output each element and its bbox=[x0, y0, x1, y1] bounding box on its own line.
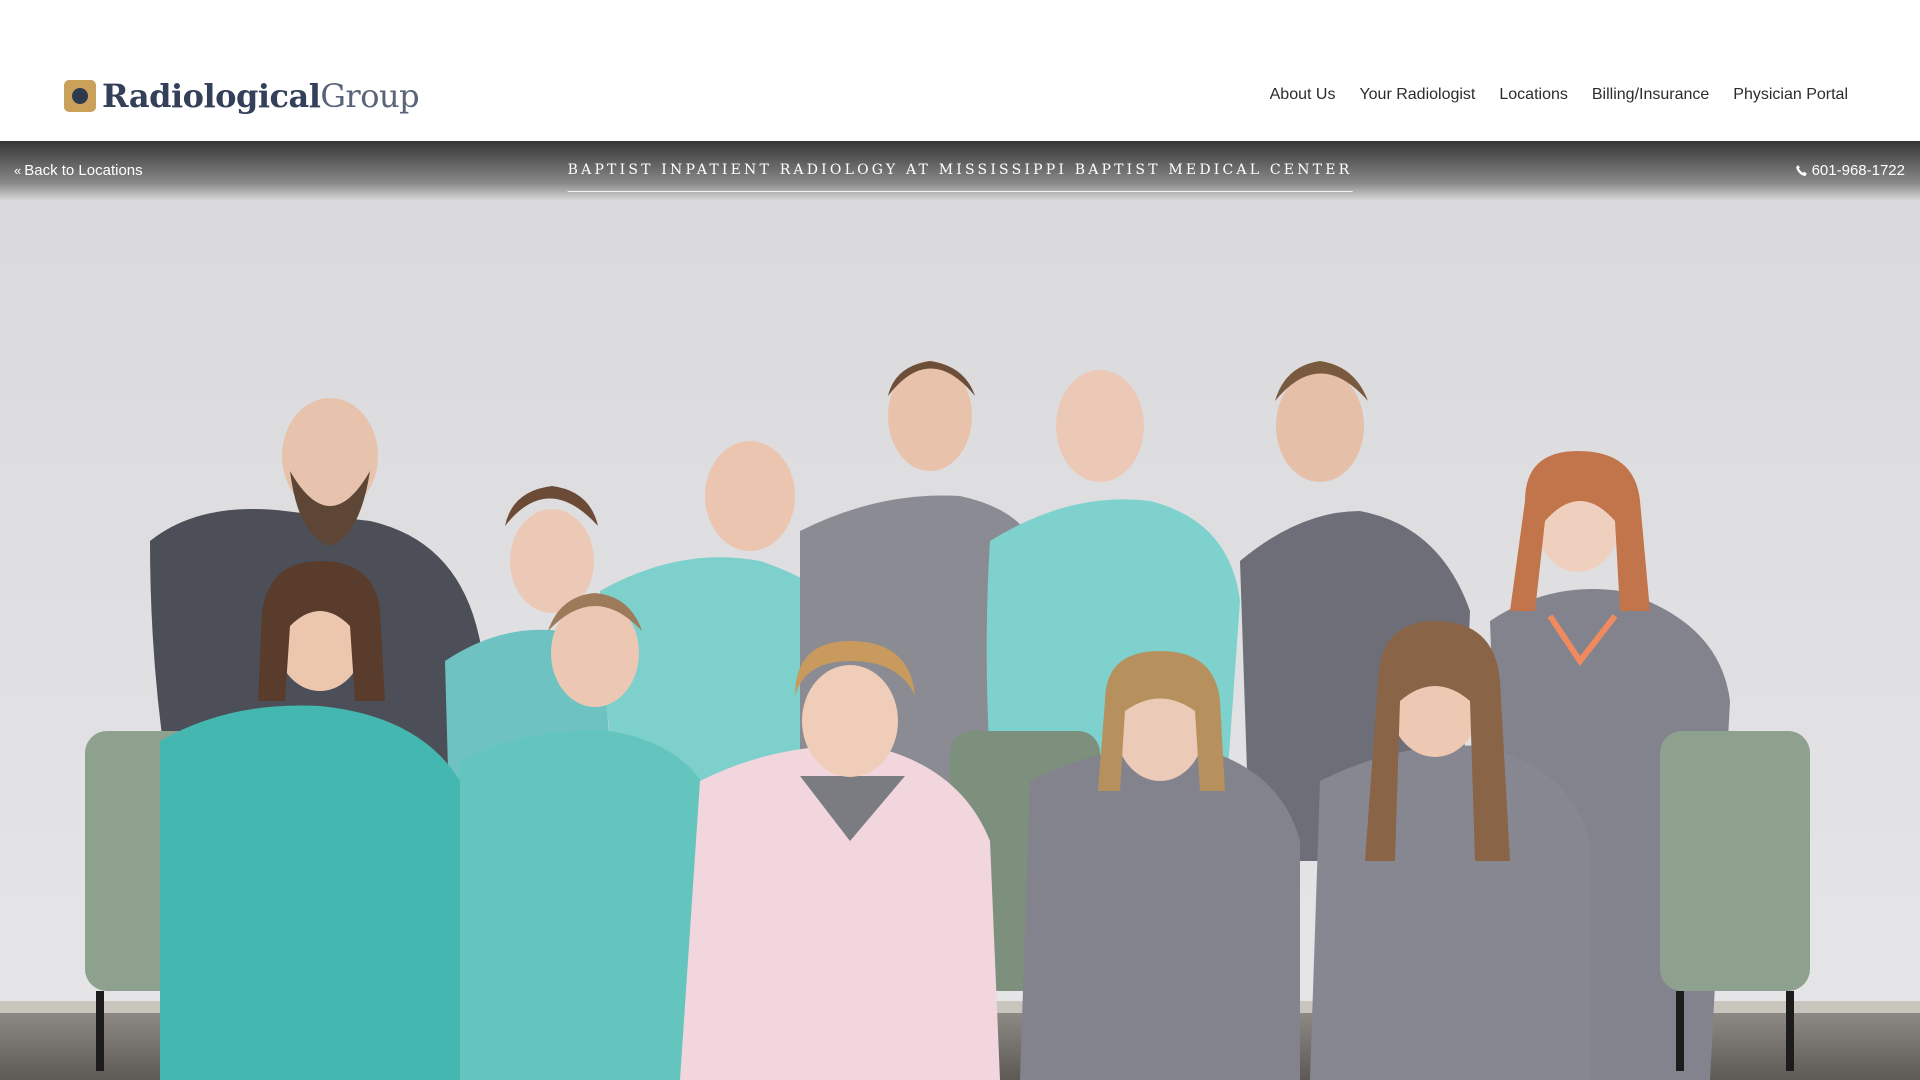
location-title: BAPTIST INPATIENT RADIOLOGY AT MISSISSIP… bbox=[567, 162, 1353, 192]
phone-number: 601-968-1722 bbox=[1811, 162, 1905, 179]
phone-icon bbox=[1795, 164, 1807, 176]
nav-locations[interactable]: Locations bbox=[1487, 84, 1580, 106]
phone-link[interactable]: 601-968-1722 bbox=[1795, 162, 1905, 179]
nav-physician-portal[interactable]: Physician Portal bbox=[1721, 84, 1856, 106]
location-bar: « Back to Locations BAPTIST INPATIENT RA… bbox=[0, 141, 1920, 201]
main-nav: About Us Your Radiologist Locations Bill… bbox=[1258, 84, 1856, 106]
site-header: Radiological Group About Us Your Radiolo… bbox=[0, 0, 1920, 141]
double-chevron-left-icon: « bbox=[14, 163, 22, 178]
back-to-locations-link[interactable]: « Back to Locations bbox=[14, 162, 143, 179]
logo-ring-icon bbox=[64, 80, 96, 112]
nav-billing-insurance[interactable]: Billing/Insurance bbox=[1580, 84, 1721, 106]
nav-your-radiologist[interactable]: Your Radiologist bbox=[1347, 84, 1487, 106]
site-logo[interactable]: Radiological Group bbox=[64, 74, 420, 118]
logo-text-secondary: Group bbox=[320, 77, 420, 115]
hero-team-photo bbox=[0, 141, 1920, 1080]
logo-text-primary: Radiological bbox=[102, 77, 321, 115]
nav-about-us[interactable]: About Us bbox=[1258, 84, 1348, 106]
team-group-photo bbox=[0, 141, 1920, 1080]
back-to-locations-label: Back to Locations bbox=[24, 162, 143, 179]
